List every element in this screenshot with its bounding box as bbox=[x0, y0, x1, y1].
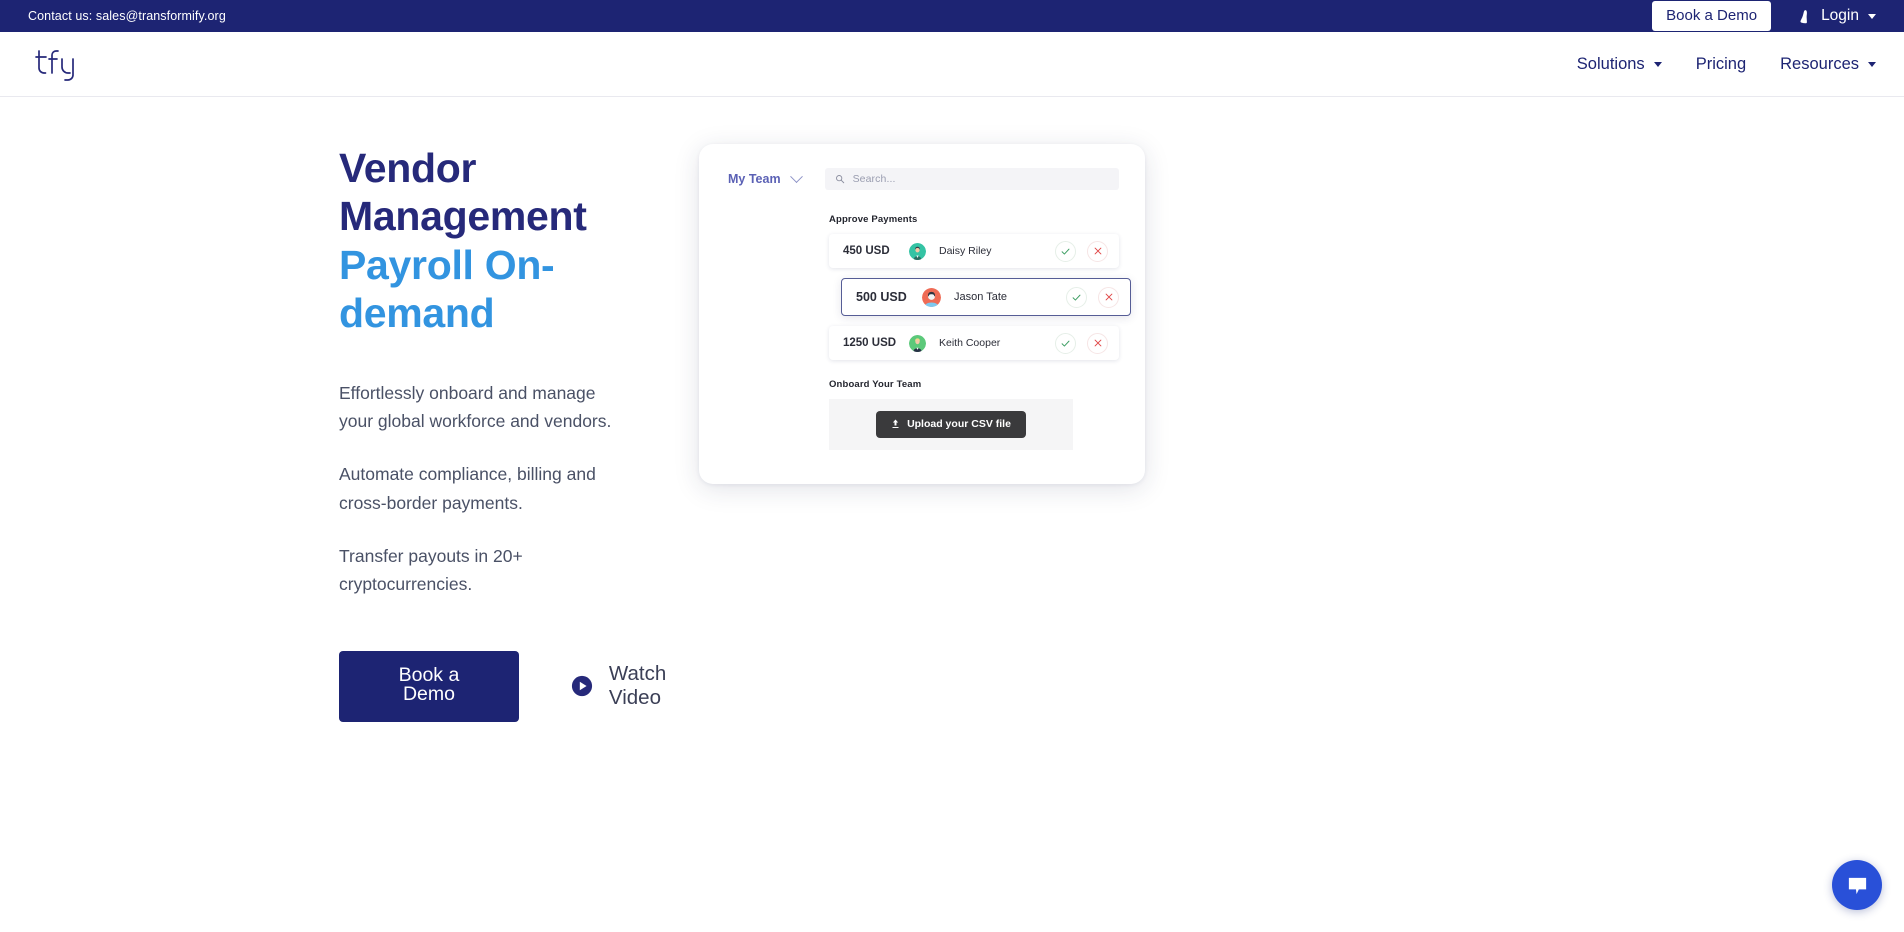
check-icon bbox=[1061, 340, 1070, 347]
topbar-book-demo-button[interactable]: Book a Demo bbox=[1652, 1, 1772, 31]
watch-video-label: Watch Video bbox=[608, 662, 667, 710]
hero-heading-line1: Vendor Management bbox=[339, 145, 587, 240]
reject-payment-button[interactable] bbox=[1087, 240, 1108, 262]
user-icon bbox=[1797, 8, 1814, 25]
chevron-down-icon bbox=[1868, 61, 1876, 67]
nav-item-label: Solutions bbox=[1576, 54, 1645, 73]
payment-actions bbox=[1055, 332, 1108, 354]
upload-csv-label: Upload your CSV file bbox=[907, 417, 1011, 430]
check-icon bbox=[1072, 294, 1081, 301]
site-logo[interactable] bbox=[34, 44, 84, 84]
x-icon bbox=[1105, 293, 1112, 301]
payment-row[interactable]: 1250 USD Keith Cooper bbox=[829, 326, 1119, 360]
payment-amount: 500 USD bbox=[856, 290, 907, 304]
payment-amount: 1250 USD bbox=[843, 337, 897, 349]
hero-heading-line2: Payroll On-demand bbox=[339, 241, 555, 337]
avatar bbox=[909, 334, 926, 352]
login-label: Login bbox=[1821, 7, 1859, 24]
payments-list: 450 USD Daisy Riley 500 USD Jason Tate 1… bbox=[723, 234, 1131, 360]
check-icon bbox=[1061, 248, 1070, 255]
app-mockup-card: My Team Search... Approve Payments 450 U… bbox=[699, 144, 1145, 484]
x-icon bbox=[1094, 247, 1101, 255]
hero-paragraph-2: Automate compliance, billing and cross-b… bbox=[339, 464, 596, 513]
approve-payment-button[interactable] bbox=[1066, 286, 1087, 308]
nav-item-label: Pricing bbox=[1695, 54, 1747, 73]
upload-icon bbox=[891, 419, 900, 429]
payment-payee-name: Daisy Riley bbox=[939, 245, 992, 257]
avatar bbox=[909, 242, 926, 260]
payment-payee-name: Jason Tate bbox=[954, 291, 1008, 303]
approve-payment-button[interactable] bbox=[1055, 332, 1076, 354]
payment-actions bbox=[1066, 286, 1119, 308]
avatar bbox=[922, 287, 941, 307]
upload-csv-button[interactable]: Upload your CSV file bbox=[876, 410, 1026, 439]
nav-links: Solutions Pricing Resources bbox=[1577, 55, 1876, 74]
payment-payee-name: Keith Cooper bbox=[939, 337, 1001, 349]
book-demo-button[interactable]: Book a Demo bbox=[339, 650, 519, 722]
payment-amount: 450 USD bbox=[843, 245, 890, 257]
search-icon bbox=[835, 174, 845, 184]
watch-video-button[interactable]: Watch Video bbox=[571, 662, 690, 710]
hero-illustration: My Team Search... Approve Payments 450 U… bbox=[690, 143, 1145, 722]
nav-item-pricing[interactable]: Pricing bbox=[1696, 55, 1746, 74]
chevron-down-icon bbox=[1653, 61, 1662, 67]
contact-text: Contact us: sales@transformify.org bbox=[28, 9, 226, 23]
reject-payment-button[interactable] bbox=[1098, 286, 1119, 308]
approve-payments-label: Approve Payments bbox=[829, 214, 918, 225]
main-navbar: Solutions Pricing Resources bbox=[0, 32, 1904, 97]
login-menu[interactable]: Login bbox=[1797, 7, 1882, 25]
hero-copy: Vendor Management Payroll On-demand Effo… bbox=[0, 143, 690, 722]
chat-bubble-icon bbox=[1846, 874, 1869, 897]
reject-payment-button[interactable] bbox=[1087, 332, 1108, 354]
topbar-actions: Book a Demo Login bbox=[1652, 1, 1882, 31]
payment-row[interactable]: 450 USD Daisy Riley bbox=[829, 234, 1119, 268]
hero-paragraph-3: Transfer payouts in 20+ cryptocurrencies… bbox=[339, 545, 523, 595]
hero-cta-group: Book a Demo Watch Video bbox=[339, 650, 690, 722]
nav-item-resources[interactable]: Resources bbox=[1780, 55, 1876, 74]
csv-upload-dropzone[interactable]: Upload your CSV file bbox=[829, 399, 1073, 450]
chevron-down-icon bbox=[789, 169, 803, 183]
chat-widget-button[interactable] bbox=[1832, 860, 1882, 910]
team-selector-label: My Team bbox=[728, 172, 781, 186]
top-utility-bar: Contact us: sales@transformify.org Book … bbox=[0, 0, 1904, 32]
nav-item-label: Resources bbox=[1780, 54, 1859, 73]
page-title: Vendor Management Payroll On-demand bbox=[339, 144, 690, 338]
nav-item-solutions[interactable]: Solutions bbox=[1577, 55, 1662, 74]
app-header-row: My Team Search... bbox=[723, 168, 1119, 190]
play-circle-icon bbox=[571, 675, 593, 697]
payment-row-selected[interactable]: 500 USD Jason Tate bbox=[841, 278, 1131, 316]
search-placeholder-text: Search... bbox=[852, 173, 896, 185]
x-icon bbox=[1094, 339, 1101, 347]
hero-paragraph-1: Effortlessly onboard and manage your glo… bbox=[339, 382, 612, 431]
approve-payment-button[interactable] bbox=[1055, 240, 1076, 262]
search-input[interactable]: Search... bbox=[824, 168, 1119, 190]
payment-actions bbox=[1055, 240, 1108, 262]
hero-section: Vendor Management Payroll On-demand Effo… bbox=[0, 97, 1904, 722]
onboard-team-label: Onboard Your Team bbox=[829, 379, 922, 390]
chevron-down-icon bbox=[1868, 13, 1876, 19]
team-selector-dropdown[interactable]: My Team bbox=[723, 169, 803, 186]
